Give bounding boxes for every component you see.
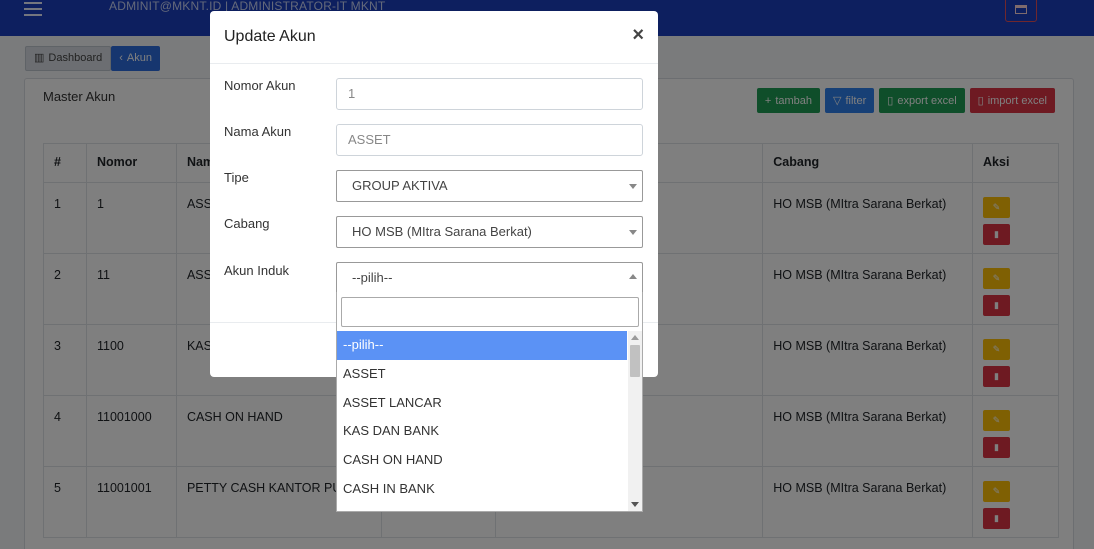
dropdown-option[interactable]: ASSET [337, 360, 627, 389]
modal-title: Update Akun [224, 28, 316, 45]
scroll-up-icon[interactable] [631, 335, 639, 340]
dropdown-search-input[interactable] [341, 297, 639, 327]
dropdown-options: --pilih-- ASSET ASSET LANCAR KAS DAN BANK CA… [337, 331, 627, 504]
tipe-label: Tipe [224, 170, 249, 185]
dropdown-option[interactable]: CASH ON HAND [337, 446, 627, 475]
chevron-down-icon [629, 184, 637, 189]
dropdown-scrollbar[interactable] [628, 331, 642, 511]
nama-akun-label: Nama Akun [224, 124, 292, 139]
cabang-value: HO MSB (MItra Sarana Berkat) [352, 224, 532, 239]
nama-akun-row: Nama Akun ASSET [224, 124, 644, 156]
dropdown-option[interactable]: CASH IN BANK [337, 475, 627, 504]
dropdown-option[interactable]: ASSET LANCAR [337, 389, 627, 418]
close-icon[interactable]: × [632, 24, 644, 47]
nomor-akun-input[interactable]: 1 [336, 78, 643, 110]
akun-induk-dropdown: --pilih-- ASSET ASSET LANCAR KAS DAN BANK CA… [336, 292, 643, 512]
scroll-down-icon[interactable] [631, 502, 639, 507]
cabang-row: Cabang HO MSB (MItra Sarana Berkat) [224, 216, 644, 248]
akun-induk-label: Akun Induk [224, 263, 290, 278]
cabang-select[interactable]: HO MSB (MItra Sarana Berkat) [336, 216, 643, 248]
chevron-down-icon [629, 230, 637, 235]
cabang-label: Cabang [224, 216, 270, 231]
akun-induk-select[interactable]: --pilih-- [336, 262, 643, 294]
nomor-akun-label: Nomor Akun [224, 78, 296, 93]
nama-akun-input[interactable]: ASSET [336, 124, 643, 156]
dropdown-option[interactable]: --pilih-- [337, 331, 627, 360]
scroll-thumb[interactable] [630, 345, 640, 377]
dropdown-option[interactable]: KAS DAN BANK [337, 417, 627, 446]
nomor-akun-row: Nomor Akun 1 [224, 78, 644, 110]
akun-induk-row: Akun Induk --pilih-- [224, 262, 644, 294]
tipe-row: Tipe GROUP AKTIVA [224, 170, 644, 202]
chevron-up-icon [629, 274, 637, 279]
modal-header: Update Akun × [210, 11, 658, 64]
tipe-select[interactable]: GROUP AKTIVA [336, 170, 643, 202]
akun-induk-value: --pilih-- [352, 270, 393, 285]
tipe-value: GROUP AKTIVA [352, 178, 448, 193]
